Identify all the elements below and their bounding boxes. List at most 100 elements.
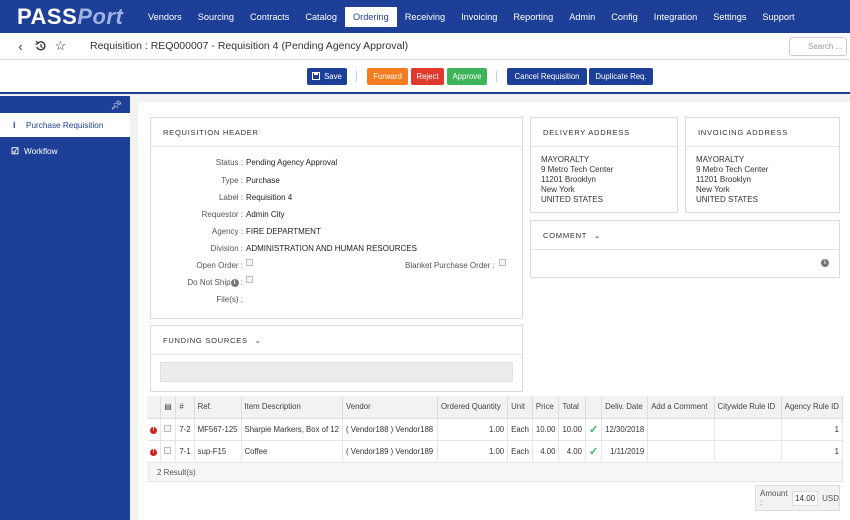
- col-unit[interactable]: Unit: [507, 396, 533, 419]
- nav-receiving[interactable]: Receiving: [397, 7, 453, 27]
- amount-value: 14.00: [792, 490, 819, 506]
- pin-icon[interactable]: 📌︎: [111, 100, 122, 111]
- save-icon: [312, 71, 321, 82]
- blanket-po-checkbox[interactable]: [499, 259, 506, 266]
- nav-ordering[interactable]: Ordering: [344, 6, 397, 27]
- forward-button[interactable]: Forward: [367, 68, 408, 85]
- division-label: Division :: [210, 244, 243, 253]
- chevron-down-icon: ⌄: [593, 231, 601, 240]
- duplicate-requisition-button[interactable]: Duplicate Req.: [589, 68, 653, 85]
- sidebar-item-purchase-requisition[interactable]: i Purchase Requisition: [0, 113, 130, 137]
- col-citywide-rule[interactable]: Citywide Rule ID: [714, 396, 782, 419]
- brand-logo[interactable]: PASSPort: [0, 4, 140, 30]
- nav-invoicing[interactable]: Invoicing: [453, 7, 505, 27]
- check-icon: ✓: [588, 423, 599, 436]
- warning-icon[interactable]: !: [150, 449, 157, 456]
- row-checkbox[interactable]: [164, 446, 172, 454]
- amount-currency: USD: [822, 493, 839, 503]
- label-value: Requisition 4: [246, 193, 293, 202]
- status-label: Status :: [215, 158, 243, 167]
- amount-summary: Amount : 14.00 USD: [755, 485, 840, 511]
- row-checkbox[interactable]: [164, 424, 172, 432]
- funding-sources-panel: FUNDING SOURCES ⌄: [150, 325, 523, 392]
- reject-button[interactable]: Reject: [411, 68, 444, 85]
- invoicing-address: MAYORALTY 9 Metro Tech Center 11201 Broo…: [696, 155, 769, 204]
- col-description[interactable]: Item Description: [241, 396, 343, 419]
- nav-settings[interactable]: Settings: [705, 7, 754, 27]
- comment-toggle[interactable]: COMMENT ⌄: [531, 221, 839, 250]
- results-count: 2 Result(s): [148, 462, 843, 482]
- comment-panel: COMMENT ⌄ i: [530, 220, 840, 278]
- nav-config[interactable]: Config: [603, 7, 646, 27]
- col-deliv-date[interactable]: Deliv. Date: [601, 396, 649, 419]
- table-row[interactable]: ! 7-2 MF567-125 Sharpie Markers, Box of …: [147, 418, 844, 441]
- nav-integration[interactable]: Integration: [646, 7, 705, 27]
- col-number[interactable]: #: [175, 396, 195, 419]
- nav-support[interactable]: Support: [754, 7, 802, 27]
- division-value: ADMINISTRATION AND HUMAN RESOURCES: [246, 244, 417, 253]
- title-bar: ‹ ☆ Requisition : REQ000007 - Requisitio…: [0, 33, 850, 60]
- requisition-header-panel: REQUISITION HEADER Status : Pending Agenc…: [150, 117, 523, 319]
- nav-admin[interactable]: Admin: [561, 7, 603, 27]
- table-header-row: ▤ # Ref. Item Description Vendor Ordered…: [147, 396, 844, 419]
- col-vendor[interactable]: Vendor: [342, 396, 438, 419]
- do-not-ship-checkbox[interactable]: [246, 276, 253, 283]
- label-label: Label :: [218, 193, 243, 202]
- type-value: Purchase: [246, 176, 280, 185]
- requestor-label: Requestor :: [201, 210, 243, 219]
- col-ordered-quantity[interactable]: Ordered Quantity: [437, 396, 509, 419]
- star-icon[interactable]: ☆: [52, 38, 69, 55]
- type-label: Type :: [221, 176, 243, 185]
- panel-title: DELIVERY ADDRESS: [531, 118, 677, 147]
- nav-sourcing[interactable]: Sourcing: [190, 7, 242, 27]
- chevron-down-icon: ⌄: [254, 336, 262, 345]
- nav-contracts[interactable]: Contracts: [242, 7, 297, 27]
- funding-sources-bar: [160, 362, 513, 382]
- col-agency-rule[interactable]: Agency Rule ID: [781, 396, 844, 419]
- left-sidebar: 📌︎ i Purchase Requisition ☑ Workflow: [0, 96, 130, 520]
- agency-value: FIRE DEPARTMENT: [246, 227, 321, 236]
- divider: [356, 71, 357, 82]
- divider: [496, 71, 497, 82]
- funding-toggle[interactable]: FUNDING SOURCES ⌄: [151, 326, 522, 355]
- requestor-value: Admin City: [246, 210, 285, 219]
- panel-title: INVOICING ADDRESS: [686, 118, 839, 147]
- delivery-address-panel: DELIVERY ADDRESS MAYORALTY 9 Metro Tech …: [530, 117, 678, 213]
- check-square-icon: ☑: [11, 145, 20, 156]
- approve-button[interactable]: Approve: [447, 68, 487, 85]
- action-bar: Save Forward Reject Approve Cancel Requi…: [0, 60, 850, 94]
- sidebar-item-workflow[interactable]: ☑ Workflow: [0, 139, 130, 163]
- main-menu: Vendors Sourcing Contracts Catalog Order…: [140, 0, 803, 33]
- info-icon[interactable]: i: [230, 278, 239, 287]
- check-icon: ✓: [588, 445, 599, 458]
- files-label: File(s) :: [216, 295, 243, 304]
- back-icon[interactable]: ‹: [12, 38, 29, 55]
- open-order-checkbox[interactable]: [246, 259, 253, 266]
- panel-title: REQUISITION HEADER: [151, 118, 522, 147]
- columns-icon[interactable]: ▤: [160, 396, 177, 419]
- save-button[interactable]: Save: [307, 68, 347, 85]
- col-price[interactable]: Price: [532, 396, 560, 419]
- blanket-po-label: Blanket Purchase Order :: [405, 261, 495, 270]
- nav-reporting[interactable]: Reporting: [505, 7, 561, 27]
- open-order-label: Open Order :: [196, 261, 243, 270]
- col-ref[interactable]: Ref.: [194, 396, 242, 419]
- search-input[interactable]: Search ...: [789, 37, 847, 56]
- info-icon: i: [13, 120, 16, 130]
- warning-icon[interactable]: !: [150, 427, 157, 434]
- amount-label: Amount :: [760, 489, 788, 507]
- cancel-requisition-button[interactable]: Cancel Requisition: [507, 68, 587, 85]
- nav-catalog[interactable]: Catalog: [297, 7, 345, 27]
- info-icon[interactable]: i: [821, 259, 829, 267]
- col-status: [585, 396, 603, 419]
- table-row[interactable]: ! 7-1 sup-F15 Coffee ( Vendor189 ) Vendo…: [147, 440, 844, 463]
- invoicing-address-panel: INVOICING ADDRESS MAYORALTY 9 Metro Tech…: [685, 117, 840, 213]
- history-icon[interactable]: [32, 38, 49, 55]
- top-navbar: PASSPort Vendors Sourcing Contracts Cata…: [0, 0, 850, 33]
- status-value: Pending Agency Approval: [246, 158, 338, 167]
- agency-label: Agency :: [211, 227, 243, 236]
- col-total[interactable]: Total: [558, 396, 586, 419]
- nav-vendors[interactable]: Vendors: [140, 7, 190, 27]
- line-items-table: ▤ # Ref. Item Description Vendor Ordered…: [147, 396, 844, 463]
- col-add-comment[interactable]: Add a Comment: [647, 396, 715, 419]
